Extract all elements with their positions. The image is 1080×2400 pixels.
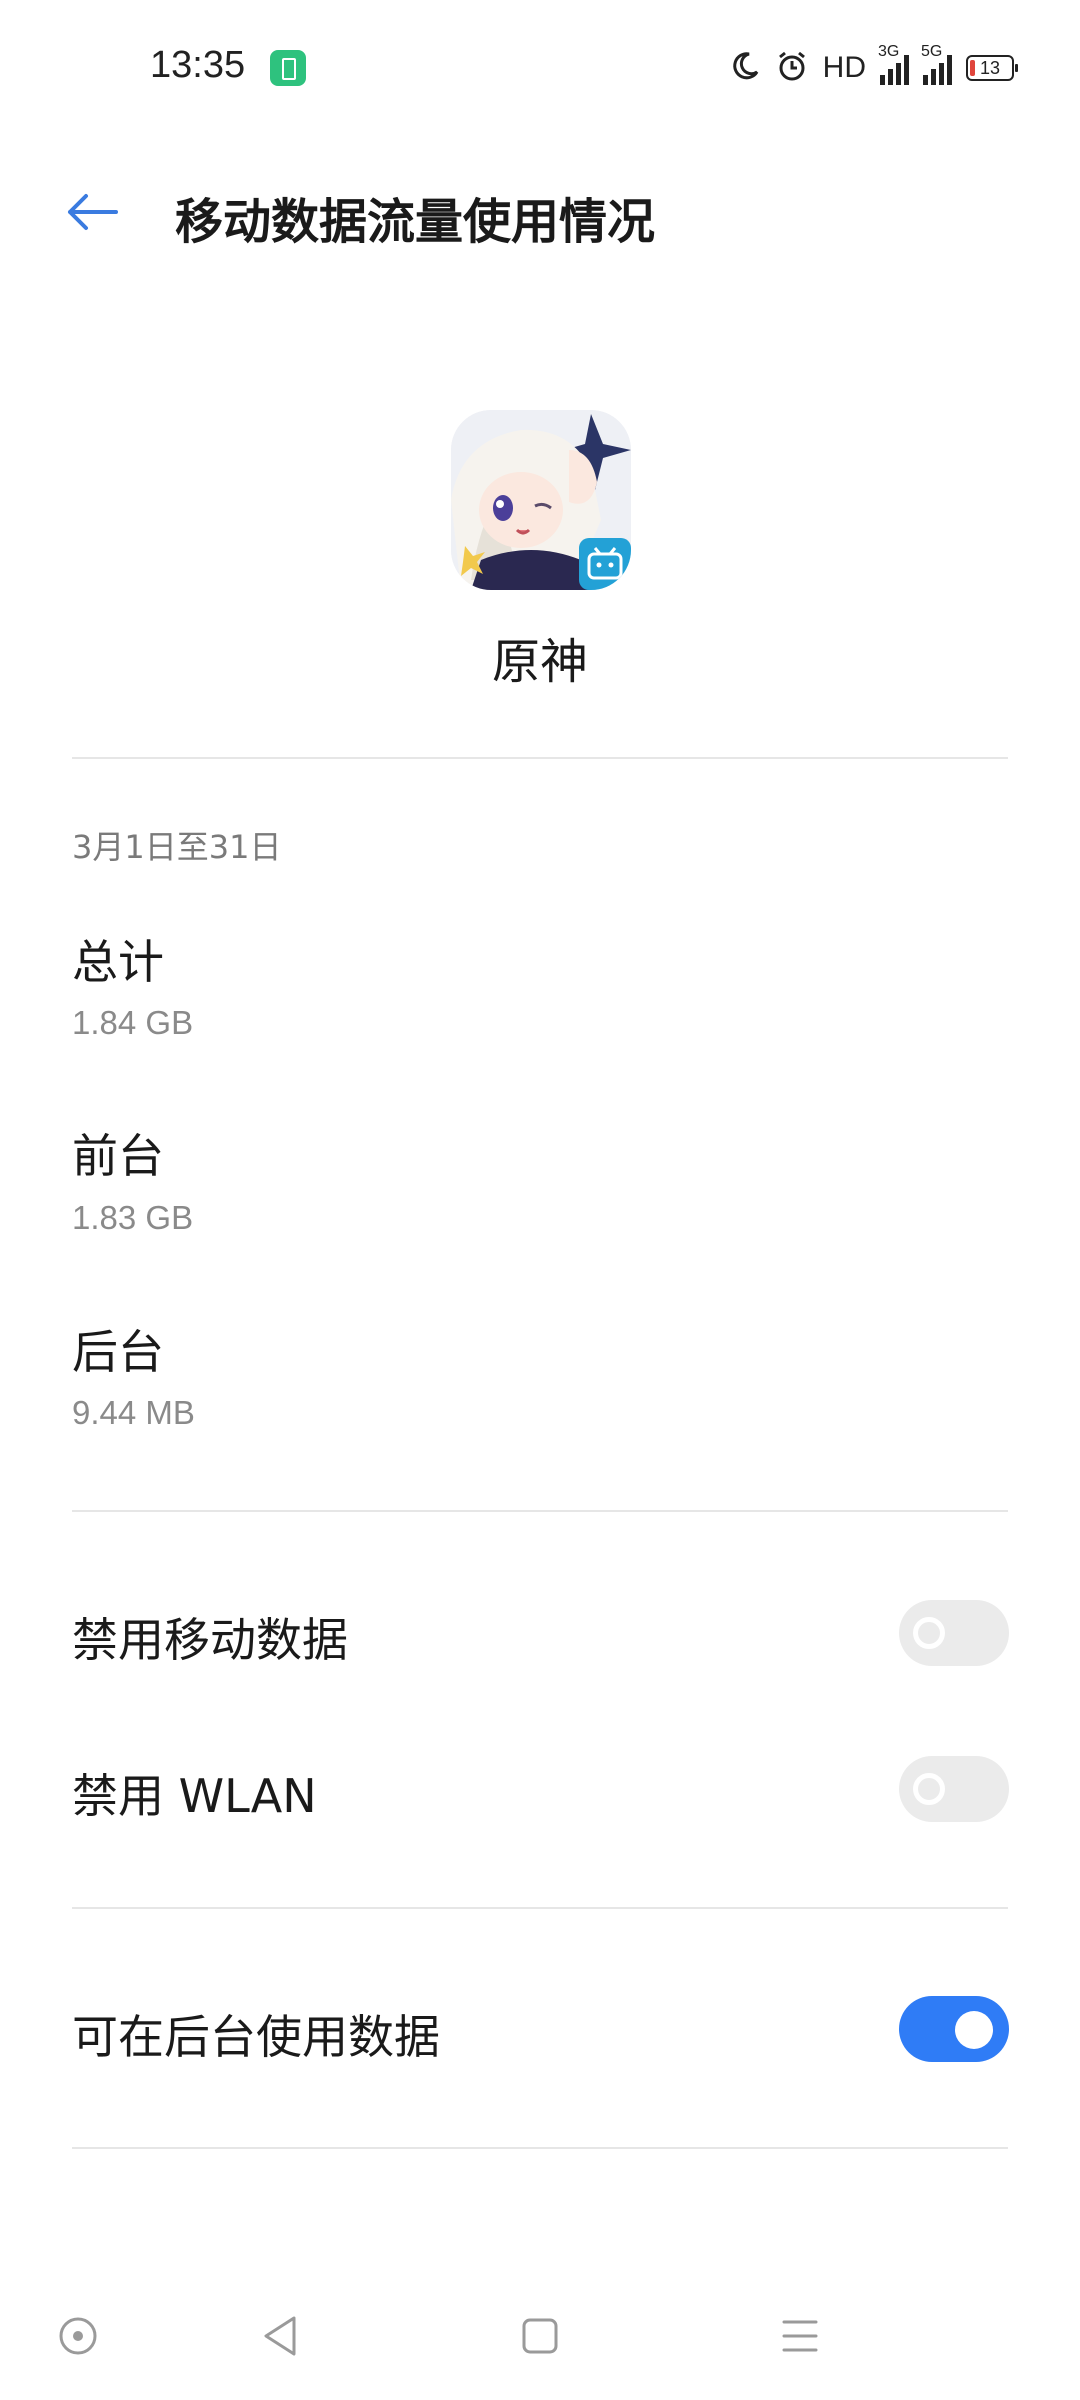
app-name: 原神: [491, 634, 588, 690]
disable-mobile-data-toggle[interactable]: [899, 1600, 1009, 1666]
home-square-icon: [522, 2318, 558, 2354]
status-bar: 13:35 HD 3G 5G 13: [0, 0, 1080, 135]
toggle-knob: [913, 1773, 945, 1805]
background-value: 9.44 MB: [72, 1394, 195, 1431]
page-title: 移动数据流量使用情况: [175, 194, 656, 250]
battery-icon: 13: [966, 55, 1018, 81]
divider: [72, 1907, 1008, 1909]
background-data-toggle[interactable]: [899, 1996, 1009, 2062]
total-value: 1.84 GB: [72, 1004, 194, 1041]
disable-wlan-label: 禁用 WLAN: [72, 1769, 317, 1823]
assistant-button[interactable]: [48, 2306, 108, 2366]
charging-icon: [270, 50, 306, 86]
background-label: 后台: [72, 1325, 164, 1379]
genshin-app-icon: [451, 410, 631, 590]
nav-back-button[interactable]: [250, 2306, 310, 2366]
background-data-label: 可在后台使用数据: [72, 2010, 440, 2064]
disable-wlan-toggle[interactable]: [899, 1756, 1009, 1822]
moon-icon: [729, 50, 761, 86]
date-range: 3月1日至31日: [72, 828, 282, 866]
back-triangle-icon: [264, 2316, 296, 2356]
divider: [72, 757, 1008, 759]
menu-lines-icon: [782, 2320, 818, 2352]
back-arrow-icon: [68, 194, 118, 230]
toggle-knob: [913, 1617, 945, 1649]
status-time: 13:35: [150, 44, 246, 86]
foreground-label: 前台: [72, 1129, 164, 1183]
signal-icon-5g: 5G: [921, 43, 952, 85]
back-button[interactable]: [60, 180, 124, 244]
alarm-icon: [775, 49, 809, 87]
signal-icon-3g: 3G: [878, 43, 909, 85]
foreground-value: 1.83 GB: [72, 1199, 194, 1236]
nav-home-button[interactable]: [510, 2306, 570, 2366]
disable-mobile-data-label: 禁用移动数据: [72, 1613, 348, 1667]
divider: [72, 1510, 1008, 1512]
divider: [72, 2147, 1008, 2149]
dot-circle-icon: [59, 2317, 97, 2355]
total-label: 总计: [72, 935, 164, 989]
status-icons: HD 3G 5G 13: [729, 43, 1018, 90]
hd-label: HD: [822, 51, 866, 84]
nav-recents-button[interactable]: [770, 2306, 830, 2366]
toggle-knob: [955, 2011, 993, 2049]
